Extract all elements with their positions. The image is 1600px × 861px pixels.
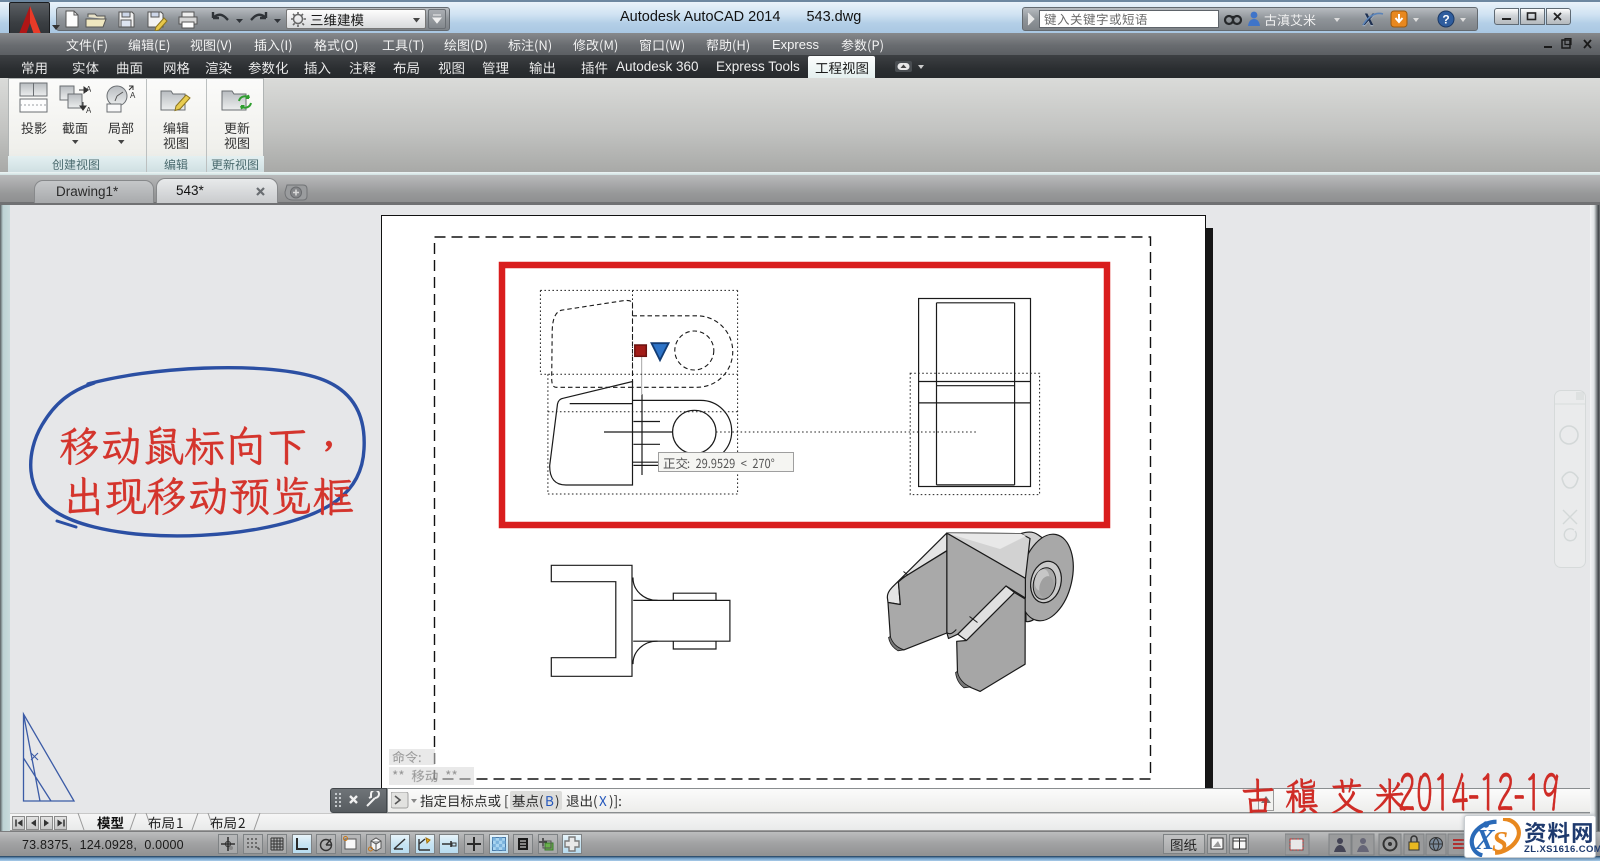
svg-text:A: A bbox=[86, 106, 91, 114]
svg-text:?: ? bbox=[1442, 13, 1449, 27]
svg-text:A: A bbox=[86, 85, 91, 94]
svg-text:A: A bbox=[130, 91, 136, 100]
svg-text:S: S bbox=[1492, 826, 1508, 857]
